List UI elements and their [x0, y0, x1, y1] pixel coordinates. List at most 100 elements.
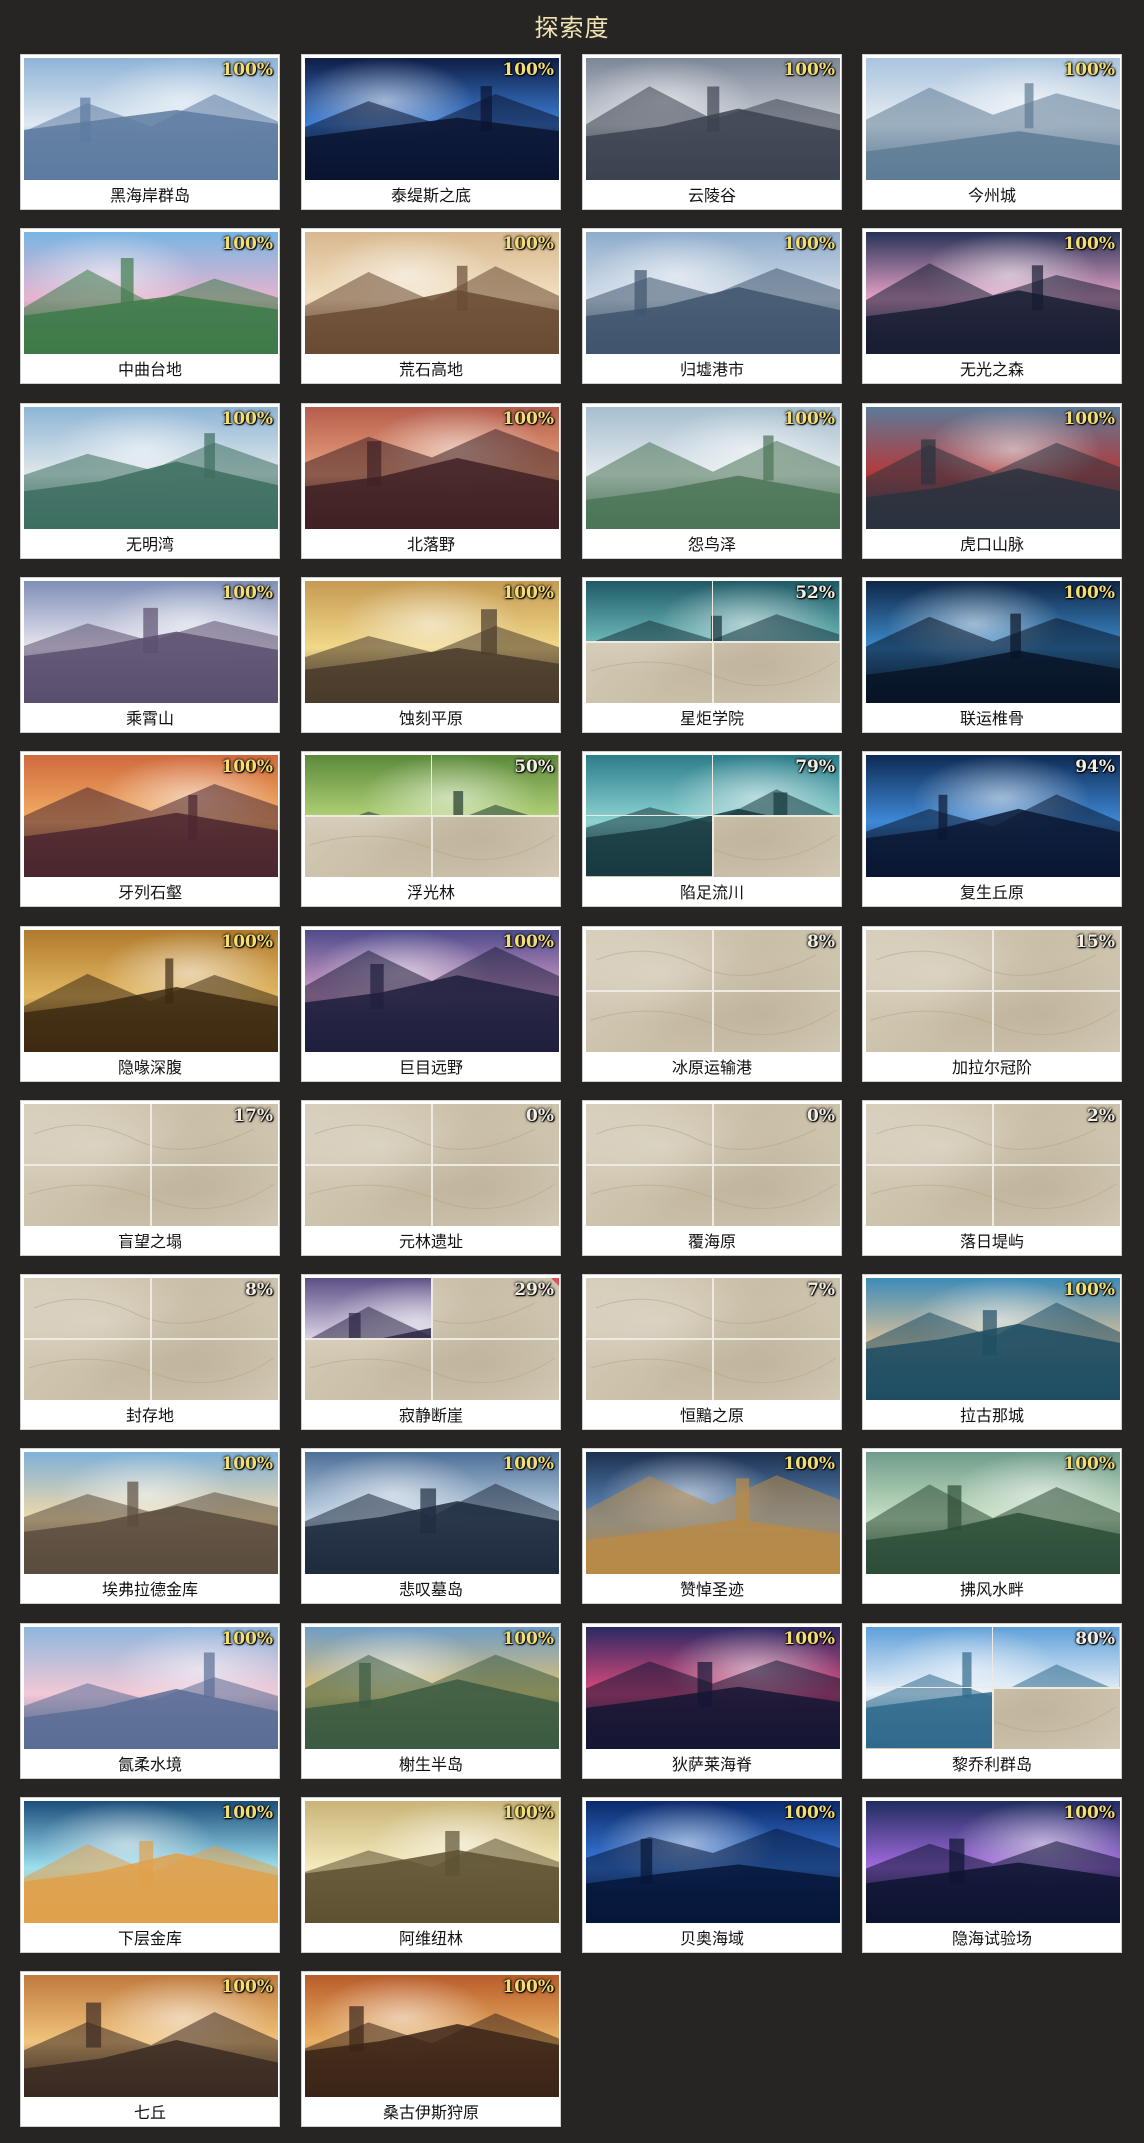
region-card[interactable]: 8% 冰原运输港: [582, 926, 842, 1082]
region-card[interactable]: 50% 浮光林: [301, 751, 561, 907]
region-card[interactable]: 100% 牙列石壑: [20, 751, 280, 907]
region-thumbnail: 100%: [866, 1452, 1120, 1574]
exploration-percent: 100%: [783, 1803, 835, 1823]
region-name: 归墟港市: [679, 360, 744, 379]
region-card[interactable]: 100% 巨目远野: [301, 926, 561, 1082]
region-card[interactable]: 100% 无明湾: [20, 403, 280, 559]
region-thumbnail: 100%: [24, 407, 278, 529]
region-name: 无光之森: [959, 360, 1024, 379]
region-name: 狄萨莱海脊: [671, 1755, 752, 1774]
region-thumbnail: 100%: [586, 1801, 840, 1923]
exploration-percent: 94%: [1075, 757, 1115, 777]
region-thumbnail: 100%: [866, 58, 1120, 180]
region-card[interactable]: 7% 恒黯之原: [582, 1274, 842, 1430]
region-card[interactable]: 100% 北落野: [301, 403, 561, 559]
region-card[interactable]: 100% 贝奥海域: [582, 1797, 842, 1953]
region-card[interactable]: 100% 下层金库: [20, 1797, 280, 1953]
region-card[interactable]: 100% 泰缇斯之底: [301, 54, 561, 210]
region-card[interactable]: 100% 拂风水畔: [862, 1448, 1122, 1604]
revealed-map-section: [586, 755, 712, 815]
region-card[interactable]: 0% 元林遗址: [301, 1100, 561, 1256]
region-card[interactable]: 100% 隐喙深腹: [20, 926, 280, 1082]
region-card[interactable]: 8% 封存地: [20, 1274, 280, 1430]
region-card[interactable]: 15% 加拉尔冠阶: [862, 926, 1122, 1082]
region-name: 浮光林: [406, 883, 455, 902]
region-thumbnail: 100%: [24, 1627, 278, 1749]
region-thumbnail: 100%: [305, 1801, 559, 1923]
region-card[interactable]: 100% 七丘: [20, 1971, 280, 2127]
region-thumbnail: 0%: [305, 1104, 559, 1226]
region-card[interactable]: 100% 归墟港市: [582, 228, 842, 384]
region-card[interactable]: 100% 乘霄山: [20, 577, 280, 733]
revealed-map-section: [866, 1627, 992, 1687]
region-card[interactable]: 100% 榭生半岛: [301, 1623, 561, 1779]
exploration-percent: 100%: [221, 1454, 273, 1474]
region-name: 陷足流川: [679, 883, 744, 902]
region-card[interactable]: 100% 氤柔水境: [20, 1623, 280, 1779]
exploration-percent: 2%: [1087, 1106, 1115, 1126]
revealed-map-section: [866, 1688, 992, 1748]
region-name: 下层金库: [117, 1929, 182, 1948]
region-name: 巨目远野: [398, 1058, 463, 1077]
exploration-percent: 100%: [221, 757, 273, 777]
exploration-percent: 80%: [1075, 1629, 1115, 1649]
region-card[interactable]: 100% 拉古那城: [862, 1274, 1122, 1430]
region-card[interactable]: 100% 蚀刻平原: [301, 577, 561, 733]
exploration-percent: 0%: [526, 1106, 554, 1126]
region-name: 隐喙深腹: [117, 1058, 182, 1077]
region-card[interactable]: 100% 虎口山脉: [862, 403, 1122, 559]
exploration-percent: 100%: [221, 1803, 273, 1823]
region-card[interactable]: 52% 星炬学院: [582, 577, 842, 733]
region-card[interactable]: 100% 今州城: [862, 54, 1122, 210]
region-name: 隐海试验场: [951, 1929, 1032, 1948]
region-name: 恒黯之原: [679, 1406, 744, 1425]
region-card[interactable]: 100% 怨鸟泽: [582, 403, 842, 559]
region-name: 桑古伊斯狩原: [382, 2103, 479, 2122]
exploration-percent: 100%: [221, 1977, 273, 1997]
region-thumbnail: 52%: [586, 581, 840, 703]
exploration-percent: 100%: [502, 932, 554, 952]
region-name: 无明湾: [125, 535, 174, 554]
revealed-map-section: [305, 755, 431, 815]
region-card[interactable]: 80% 黎乔利群岛: [862, 1623, 1122, 1779]
region-thumbnail: 8%: [586, 930, 840, 1052]
region-thumbnail: 8%: [24, 1278, 278, 1400]
region-card[interactable]: 100% 黑海岸群岛: [20, 54, 280, 210]
region-card[interactable]: 100% 赞悼圣迹: [582, 1448, 842, 1604]
exploration-percent: 0%: [807, 1106, 835, 1126]
region-card[interactable]: 100% 桑古伊斯狩原: [301, 1971, 561, 2127]
region-card[interactable]: 100% 阿维纽林: [301, 1797, 561, 1953]
region-name: 榭生半岛: [398, 1755, 463, 1774]
region-name: 云陵谷: [687, 186, 736, 205]
revealed-map-section: [586, 816, 712, 876]
region-thumbnail: 100%: [866, 1278, 1120, 1400]
region-name: 北落野: [406, 535, 455, 554]
region-thumbnail: 100%: [586, 58, 840, 180]
region-name: 虎口山脉: [959, 535, 1024, 554]
region-card[interactable]: 100% 狄萨莱海脊: [582, 1623, 842, 1779]
region-thumbnail: 100%: [24, 232, 278, 354]
region-card[interactable]: 100% 埃弗拉德金库: [20, 1448, 280, 1604]
region-card[interactable]: 100% 悲叹墓岛: [301, 1448, 561, 1604]
region-thumbnail: 100%: [305, 1975, 559, 2097]
region-name: 赞悼圣迹: [679, 1580, 744, 1599]
region-name: 怨鸟泽: [687, 535, 736, 554]
region-card[interactable]: 100% 隐海试验场: [862, 1797, 1122, 1953]
corner-marker-icon: [551, 1278, 559, 1286]
region-thumbnail: 15%: [866, 930, 1120, 1052]
region-card[interactable]: 2% 落日堤屿: [862, 1100, 1122, 1256]
region-card[interactable]: 0% 覆海原: [582, 1100, 842, 1256]
region-card[interactable]: 79% 陷足流川: [582, 751, 842, 907]
region-card[interactable]: 100% 无光之森: [862, 228, 1122, 384]
region-name: 落日堤屿: [959, 1232, 1024, 1251]
region-card[interactable]: 94% 复生丘原: [862, 751, 1122, 907]
region-card[interactable]: 100% 荒石高地: [301, 228, 561, 384]
region-card[interactable]: 29% 寂静断崖: [301, 1274, 561, 1430]
exploration-percent: 100%: [221, 234, 273, 254]
region-card[interactable]: 100% 联运椎骨: [862, 577, 1122, 733]
exploration-percent: 100%: [221, 932, 273, 952]
region-card[interactable]: 17% 盲望之塌: [20, 1100, 280, 1256]
exploration-percent: 100%: [783, 1629, 835, 1649]
region-card[interactable]: 100% 云陵谷: [582, 54, 842, 210]
region-card[interactable]: 100% 中曲台地: [20, 228, 280, 384]
